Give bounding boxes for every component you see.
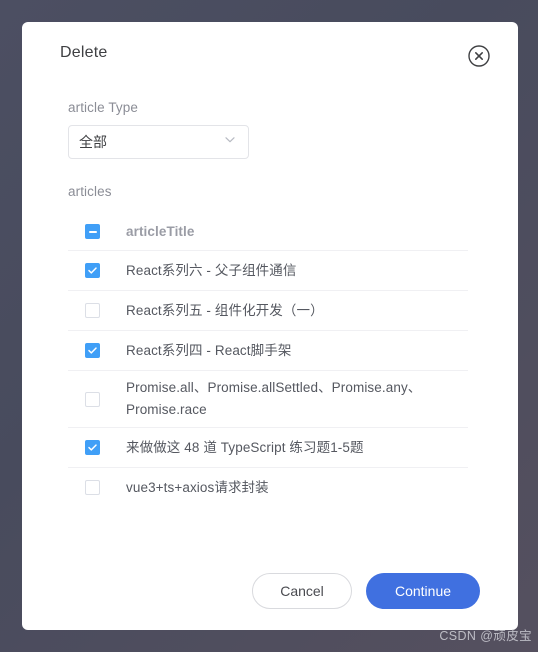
article-type-select[interactable]: 全部 [68,125,249,159]
column-header-article-title: articleTitle [126,223,195,239]
table-header-row: articleTitle [68,213,468,251]
select-all-cell[interactable] [68,224,126,239]
row-checkbox-cell[interactable] [68,343,126,358]
continue-button[interactable]: Continue [366,573,480,609]
table-row[interactable]: vue3+ts+axios请求封装 [68,468,468,503]
watermark: CSDN @顽皮宝 [439,629,532,643]
row-checkbox-cell[interactable] [68,391,126,407]
row-title: React系列四 - React脚手架 [126,342,292,358]
article-type-select-value[interactable]: 全部 [68,125,249,159]
row-title: vue3+ts+axios请求封装 [126,479,269,495]
row-title: React系列五 - 组件化开发（一） [126,302,324,318]
articles-label: articles [68,184,112,199]
row-checkbox-cell[interactable] [68,263,126,278]
table-row[interactable]: Promise.all、Promise.allSettled、Promise.a… [68,371,468,428]
row-checkbox[interactable] [85,303,100,318]
select-all-checkbox[interactable] [85,224,100,239]
row-checkbox[interactable] [85,343,100,358]
cancel-button[interactable]: Cancel [252,573,352,609]
row-checkbox[interactable] [85,440,100,455]
dialog-footer: Cancel Continue [22,552,518,630]
row-checkbox[interactable] [85,480,100,495]
article-type-label: article Type [68,100,138,115]
table-row[interactable]: React系列四 - React脚手架 [68,331,468,371]
articles-table: articleTitle React系列六 - 父子组件通信 React系列五 … [68,213,468,503]
row-checkbox-cell[interactable] [68,480,126,495]
page-title: Delete [60,44,108,61]
dialog-body: article Type 全部 articles articleTitle Re… [22,100,518,503]
row-checkbox[interactable] [85,391,100,407]
table-row[interactable]: 来做做这 48 道 TypeScript 练习题1-5题 [68,428,468,468]
table-row[interactable]: React系列六 - 父子组件通信 [68,251,468,291]
row-title: Promise.all、Promise.allSettled、Promise.a… [126,380,422,417]
table-row[interactable]: React系列五 - 组件化开发（一） [68,291,468,331]
row-checkbox-cell[interactable] [68,303,126,318]
row-checkbox[interactable] [85,263,100,278]
row-title: React系列六 - 父子组件通信 [126,262,297,278]
indeterminate-dash-icon [88,230,97,233]
close-circle-icon[interactable] [466,43,492,69]
row-title: 来做做这 48 道 TypeScript 练习题1-5题 [126,439,364,455]
row-checkbox-cell[interactable] [68,440,126,455]
delete-articles-dialog: Delete article Type 全部 articles articleT… [22,22,518,630]
dialog-header: Delete [22,22,518,100]
